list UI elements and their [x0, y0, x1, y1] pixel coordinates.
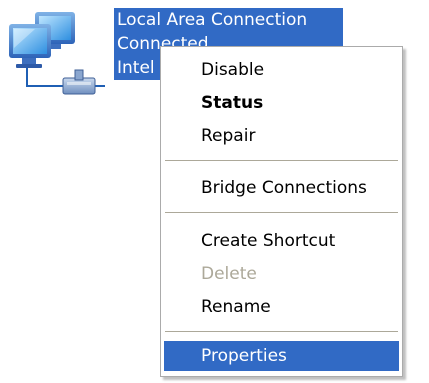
- menu-item-delete: Delete: [201, 264, 257, 284]
- context-menu: Disable Status Repair Bridge Connections…: [160, 46, 403, 377]
- menu-item-properties[interactable]: Properties: [164, 341, 399, 371]
- network-connection-icon[interactable]: [5, 8, 109, 104]
- menu-separator: [165, 331, 398, 332]
- menu-item-create-shortcut[interactable]: Create Shortcut: [164, 226, 399, 256]
- menu-separator: [165, 160, 398, 161]
- menu-item-disable[interactable]: Disable: [164, 55, 399, 85]
- menu-item-bridge-connections[interactable]: Bridge Connections: [164, 173, 399, 203]
- menu-separator: [165, 212, 398, 213]
- menu-item-repair[interactable]: Repair: [164, 121, 399, 151]
- menu-item-rename[interactable]: Rename: [164, 292, 399, 322]
- menu-item-status[interactable]: Status: [164, 88, 399, 118]
- connection-name: Local Area Connection: [117, 10, 308, 30]
